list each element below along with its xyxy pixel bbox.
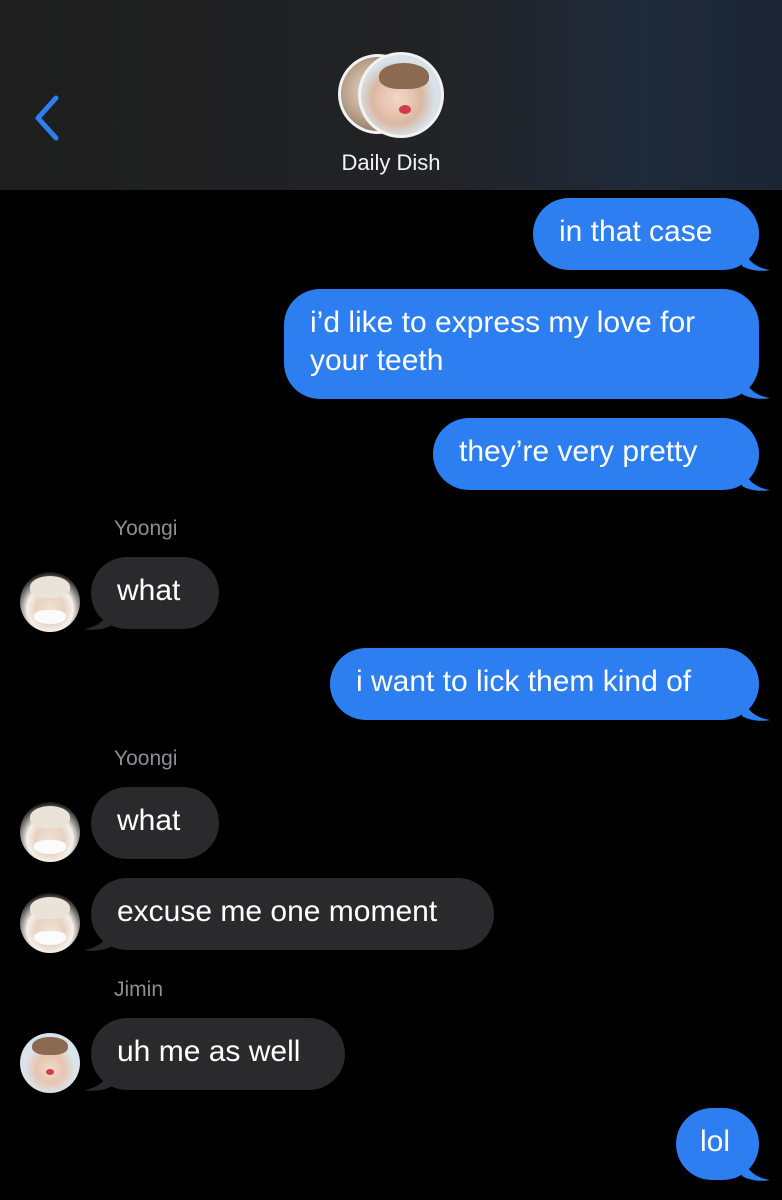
chevron-left-icon[interactable] (26, 92, 70, 144)
group-avatar[interactable] (338, 52, 446, 138)
message-text: i’d like to express my love for (310, 306, 696, 339)
chat-header: Daily Dish (0, 0, 782, 190)
message-text: they’re very pretty (459, 435, 698, 468)
message-text: your teeth (310, 344, 444, 377)
message-text: i want to lick them kind of (356, 665, 692, 698)
avatar[interactable] (20, 572, 80, 632)
message-text: what (117, 804, 181, 837)
received-message-bubble[interactable]: what (91, 787, 219, 859)
message-text: uh me as well (117, 1035, 301, 1068)
avatar[interactable] (20, 802, 80, 862)
bubble-tail-icon (742, 246, 770, 271)
received-message-bubble[interactable]: excuse me one moment (91, 878, 494, 950)
bubble-tail-icon (84, 1066, 112, 1091)
message-text: excuse me one moment (117, 895, 438, 928)
bubble-tail-icon (742, 696, 770, 721)
group-member-avatar (358, 52, 444, 138)
avatar[interactable] (20, 893, 80, 953)
message-text: in that case (559, 215, 713, 248)
bubble-tail-icon (742, 374, 770, 399)
message-text: lol (700, 1125, 731, 1158)
avatar[interactable] (20, 1033, 80, 1093)
sender-name: Yoongi (114, 517, 178, 540)
sent-message-bubble[interactable]: i’d like to express my love for your tee… (284, 289, 759, 399)
bubble-tail-icon (84, 926, 112, 951)
conversation-title[interactable]: Daily Dish (0, 150, 782, 176)
message-text: what (117, 574, 181, 607)
bubble-tail-icon (84, 605, 112, 630)
sent-message-bubble[interactable]: i want to lick them kind of (330, 648, 759, 720)
received-message-bubble[interactable]: uh me as well (91, 1018, 345, 1090)
sent-message-bubble[interactable]: in that case (533, 198, 759, 270)
sender-name: Jimin (114, 978, 164, 1001)
bubble-tail-icon (742, 1156, 770, 1181)
sender-name: Yoongi (114, 747, 178, 770)
bubble-tail-icon (742, 466, 770, 491)
sent-message-bubble[interactable]: they’re very pretty (433, 418, 759, 490)
